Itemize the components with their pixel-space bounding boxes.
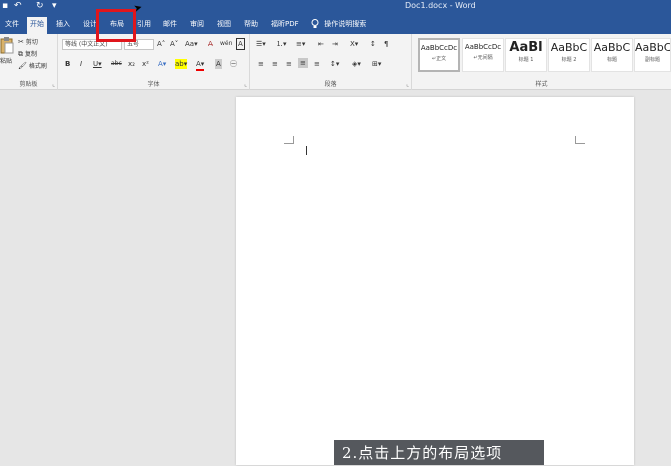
phonetic-guide-icon[interactable]: wén <box>220 39 232 49</box>
redo-icon[interactable]: ↻ <box>36 1 44 11</box>
shrink-font-icon[interactable]: A˅ <box>170 39 178 49</box>
font-launcher-icon[interactable]: ⌞ <box>244 81 247 88</box>
character-border-icon[interactable]: A <box>236 38 245 50</box>
copy-button[interactable]: ⧉ 复制 <box>18 49 37 60</box>
paragraph-launcher-icon[interactable]: ⌞ <box>406 81 409 88</box>
style-heading-2[interactable]: AaBbC 标题 2 <box>548 38 590 72</box>
align-left-icon[interactable]: ≡ <box>258 59 264 69</box>
cut-button[interactable]: ✂ 剪切 <box>18 37 38 48</box>
save-icon[interactable]: ▪ <box>2 1 8 11</box>
lightbulb-icon <box>311 19 319 28</box>
tab-design[interactable]: 设计 <box>80 17 100 31</box>
clipboard-group-label: 剪贴板 <box>19 81 38 88</box>
instruction-caption: 2.点击上方的布局选项 <box>334 440 544 465</box>
subscript-icon[interactable]: x₂ <box>128 59 135 69</box>
tab-foxit-pdf[interactable]: 福昕PDF <box>268 17 302 31</box>
ribbon-tab-bar: 文件 开始 插入 设计 布局 引用 邮件 审阅 视图 帮助 福昕PDF 操作说明… <box>0 14 671 34</box>
tab-help[interactable]: 帮助 <box>241 17 261 31</box>
tab-references[interactable]: 引用 <box>134 17 154 31</box>
bold-icon[interactable]: B <box>65 59 70 69</box>
document-title: Doc1.docx - Word <box>405 1 476 10</box>
borders-icon[interactable]: ⊞▾ <box>372 59 381 69</box>
margin-mark-top-left <box>284 136 294 144</box>
sort-icon[interactable]: ↕ <box>370 39 376 49</box>
distributed-icon[interactable]: ≡ <box>314 59 320 69</box>
tell-me-label: 操作说明搜索 <box>324 20 367 28</box>
tab-layout[interactable]: 布局 <box>107 17 127 31</box>
highlight-color-icon[interactable]: ab▾ <box>175 59 188 69</box>
tab-view[interactable]: 视图 <box>214 17 234 31</box>
numbering-icon[interactable]: ⒈▾ <box>276 39 287 49</box>
cut-icon: ✂ <box>18 38 24 46</box>
chinese-layout-icon[interactable]: X▾ <box>350 39 358 49</box>
justify-icon[interactable]: ≡ <box>298 58 308 68</box>
change-case-icon[interactable]: Aa▾ <box>185 39 198 49</box>
align-right-icon[interactable]: ≡ <box>286 59 292 69</box>
style-title[interactable]: AaBbC 标题 <box>591 38 633 72</box>
grow-font-icon[interactable]: A˄ <box>157 39 165 49</box>
style-normal[interactable]: AaBbCcDc ↵正文 <box>418 38 460 72</box>
tab-home[interactable]: 开始 <box>27 17 47 34</box>
styles-group-label: 样式 <box>535 81 548 88</box>
style-heading-1[interactable]: AaBl 标题 1 <box>505 38 547 72</box>
format-painter-icon: 🖌 <box>18 62 27 70</box>
font-color-icon[interactable]: A▾ <box>196 59 205 71</box>
tab-mailings[interactable]: 邮件 <box>160 17 180 31</box>
font-group-label: 字体 <box>147 81 160 88</box>
copy-icon: ⧉ <box>18 50 23 58</box>
clear-formatting-icon[interactable]: A̶ <box>208 39 213 49</box>
undo-icon[interactable]: ↶ <box>14 1 22 11</box>
show-marks-icon[interactable]: ¶ <box>384 39 388 49</box>
line-spacing-icon[interactable]: ↕▾ <box>330 59 339 69</box>
document-page[interactable] <box>236 97 634 465</box>
center-icon[interactable]: ≡ <box>272 59 278 69</box>
strikethrough-icon[interactable]: abc <box>111 59 122 69</box>
tab-review[interactable]: 审阅 <box>187 17 207 31</box>
underline-icon[interactable]: U▾ <box>93 59 102 69</box>
customize-quick-access-icon[interactable]: ▾ <box>52 1 57 11</box>
font-group: 等线 (中文正文) 五号 A˄ A˅ Aa▾ A̶ wén A B I U▾ a… <box>58 34 250 90</box>
style-subtitle[interactable]: AaBbC 副标题 <box>634 38 671 72</box>
styles-group: AaBbCcDc ↵正文 AaBbCcDc ↵无间隔 AaBl 标题 1 AaB… <box>412 34 671 90</box>
bullets-icon[interactable]: ☰▾ <box>256 39 266 49</box>
multilevel-list-icon[interactable]: ≡▾ <box>296 39 305 49</box>
font-size-box[interactable]: 五号 <box>124 39 154 50</box>
superscript-icon[interactable]: x² <box>142 59 149 69</box>
clipboard-launcher-icon[interactable]: ⌞ <box>52 81 55 88</box>
tell-me-search[interactable]: 操作说明搜索 <box>311 17 366 31</box>
paste-button[interactable]: 粘贴 <box>0 57 12 67</box>
clipboard-group: 粘贴 ✂ 剪切 ⧉ 复制 🖌 格式刷 剪贴板 ⌞ <box>0 34 58 90</box>
text-effects-icon[interactable]: A▾ <box>158 59 166 69</box>
title-bar: ▪ ↶ ↻ ▾ Doc1.docx - Word <box>0 0 671 14</box>
ribbon: 粘贴 ✂ 剪切 ⧉ 复制 🖌 格式刷 剪贴板 ⌞ 等线 (中文正文) 五号 A˄ A˅… <box>0 34 671 90</box>
italic-icon[interactable]: I <box>80 59 82 69</box>
margin-mark-top-right <box>575 136 585 144</box>
paragraph-group: ☰▾ ⒈▾ ≡▾ ⇤ ⇥ X▾ ↕ ¶ ≡ ≡ ≡ ≡ ≡ ↕▾ ◈▾ ⊞▾ 段… <box>250 34 412 90</box>
tab-file[interactable]: 文件 <box>2 17 22 31</box>
decrease-indent-icon[interactable]: ⇤ <box>318 39 324 49</box>
text-cursor <box>306 146 307 155</box>
font-name-box[interactable]: 等线 (中文正文) <box>62 39 122 50</box>
enclose-characters-icon[interactable]: ㊀ <box>230 59 237 69</box>
paragraph-shading-icon[interactable]: ◈▾ <box>352 59 361 69</box>
increase-indent-icon[interactable]: ⇥ <box>332 39 338 49</box>
paste-icon[interactable] <box>0 37 14 55</box>
paragraph-group-label: 段落 <box>324 81 337 88</box>
tab-insert[interactable]: 插入 <box>53 17 73 31</box>
format-painter-button[interactable]: 🖌 格式刷 <box>18 61 47 72</box>
character-shading-icon[interactable]: A <box>215 59 222 69</box>
style-no-spacing[interactable]: AaBbCcDc ↵无间隔 <box>462 38 504 72</box>
